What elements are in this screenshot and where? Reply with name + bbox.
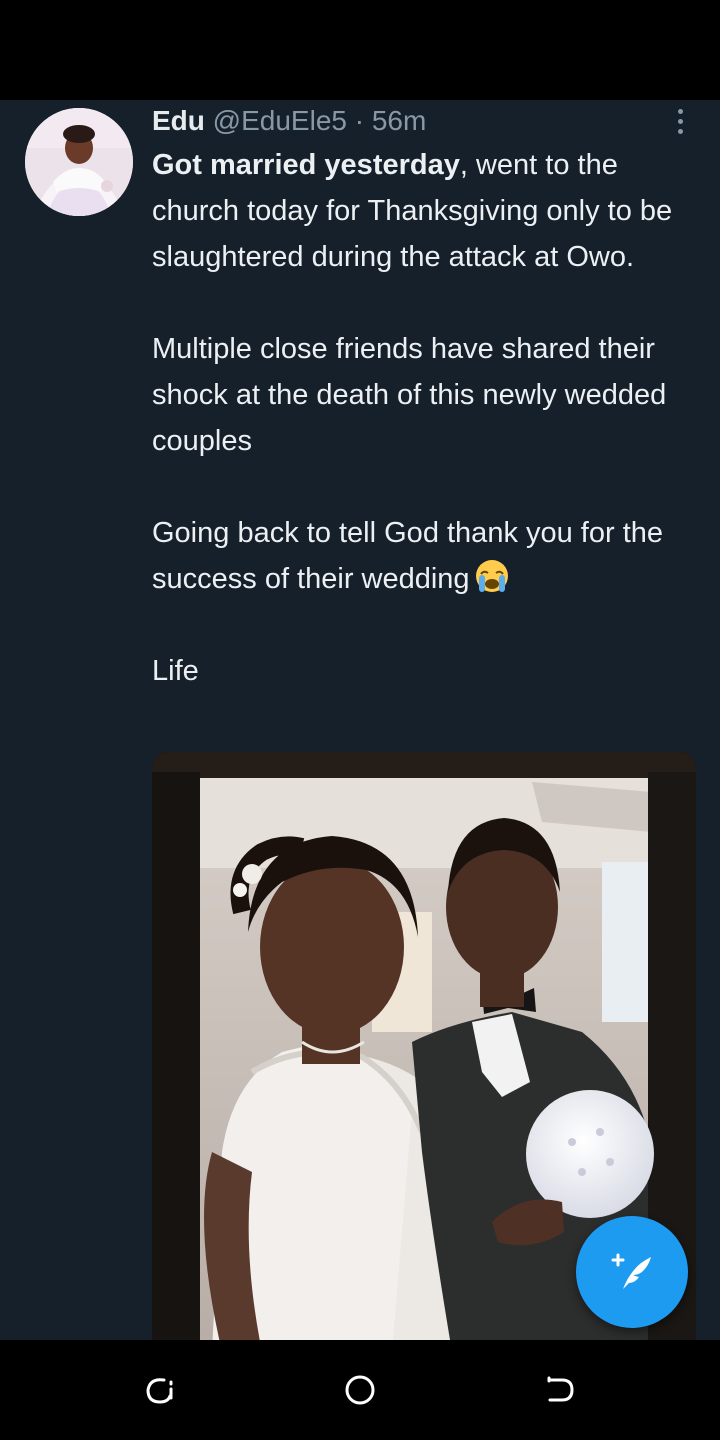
author-name[interactable]: Edu <box>152 105 205 136</box>
tweet-paragraph-2: Multiple close friends have shared their… <box>152 333 667 457</box>
tweet-paragraph-3-text: Going back to tell God thank you for the… <box>152 517 664 595</box>
phone-screen: Edu @EduEle5 · 56m Got married yesterday… <box>0 0 720 1440</box>
tweet-time: 56m <box>371 105 427 136</box>
loudly-crying-face-emoji <box>475 560 508 592</box>
author-handle[interactable]: @EduEle5 <box>213 105 347 136</box>
compose-tweet-button[interactable] <box>576 1216 688 1328</box>
tweet-text: Got married yesterday, went to the churc… <box>152 142 702 694</box>
tweet-bold-text: Got married yesterday <box>152 149 460 181</box>
tweet-paragraph-3: Going back to tell God thank you for the… <box>152 510 702 602</box>
more-vertical-icon[interactable] <box>668 106 692 136</box>
avatar[interactable] <box>25 108 133 216</box>
recent-apps-icon[interactable] <box>140 1370 180 1410</box>
navigation-bar <box>0 1340 720 1440</box>
avatar-photo <box>25 108 133 216</box>
separator: · <box>354 105 365 136</box>
tweet-paragraph-1: Got married yesterday, went to the churc… <box>152 142 702 280</box>
tweet-detail: Edu @EduEle5 · 56m Got married yesterday… <box>0 100 720 1340</box>
tweet-paragraph-4: Life <box>152 655 199 687</box>
home-icon[interactable] <box>340 1370 380 1410</box>
tweet-header: Edu @EduEle5 · 56m <box>152 104 426 138</box>
status-bar <box>0 0 720 100</box>
compose-tweet-icon <box>611 1253 651 1289</box>
back-icon[interactable] <box>540 1370 580 1410</box>
